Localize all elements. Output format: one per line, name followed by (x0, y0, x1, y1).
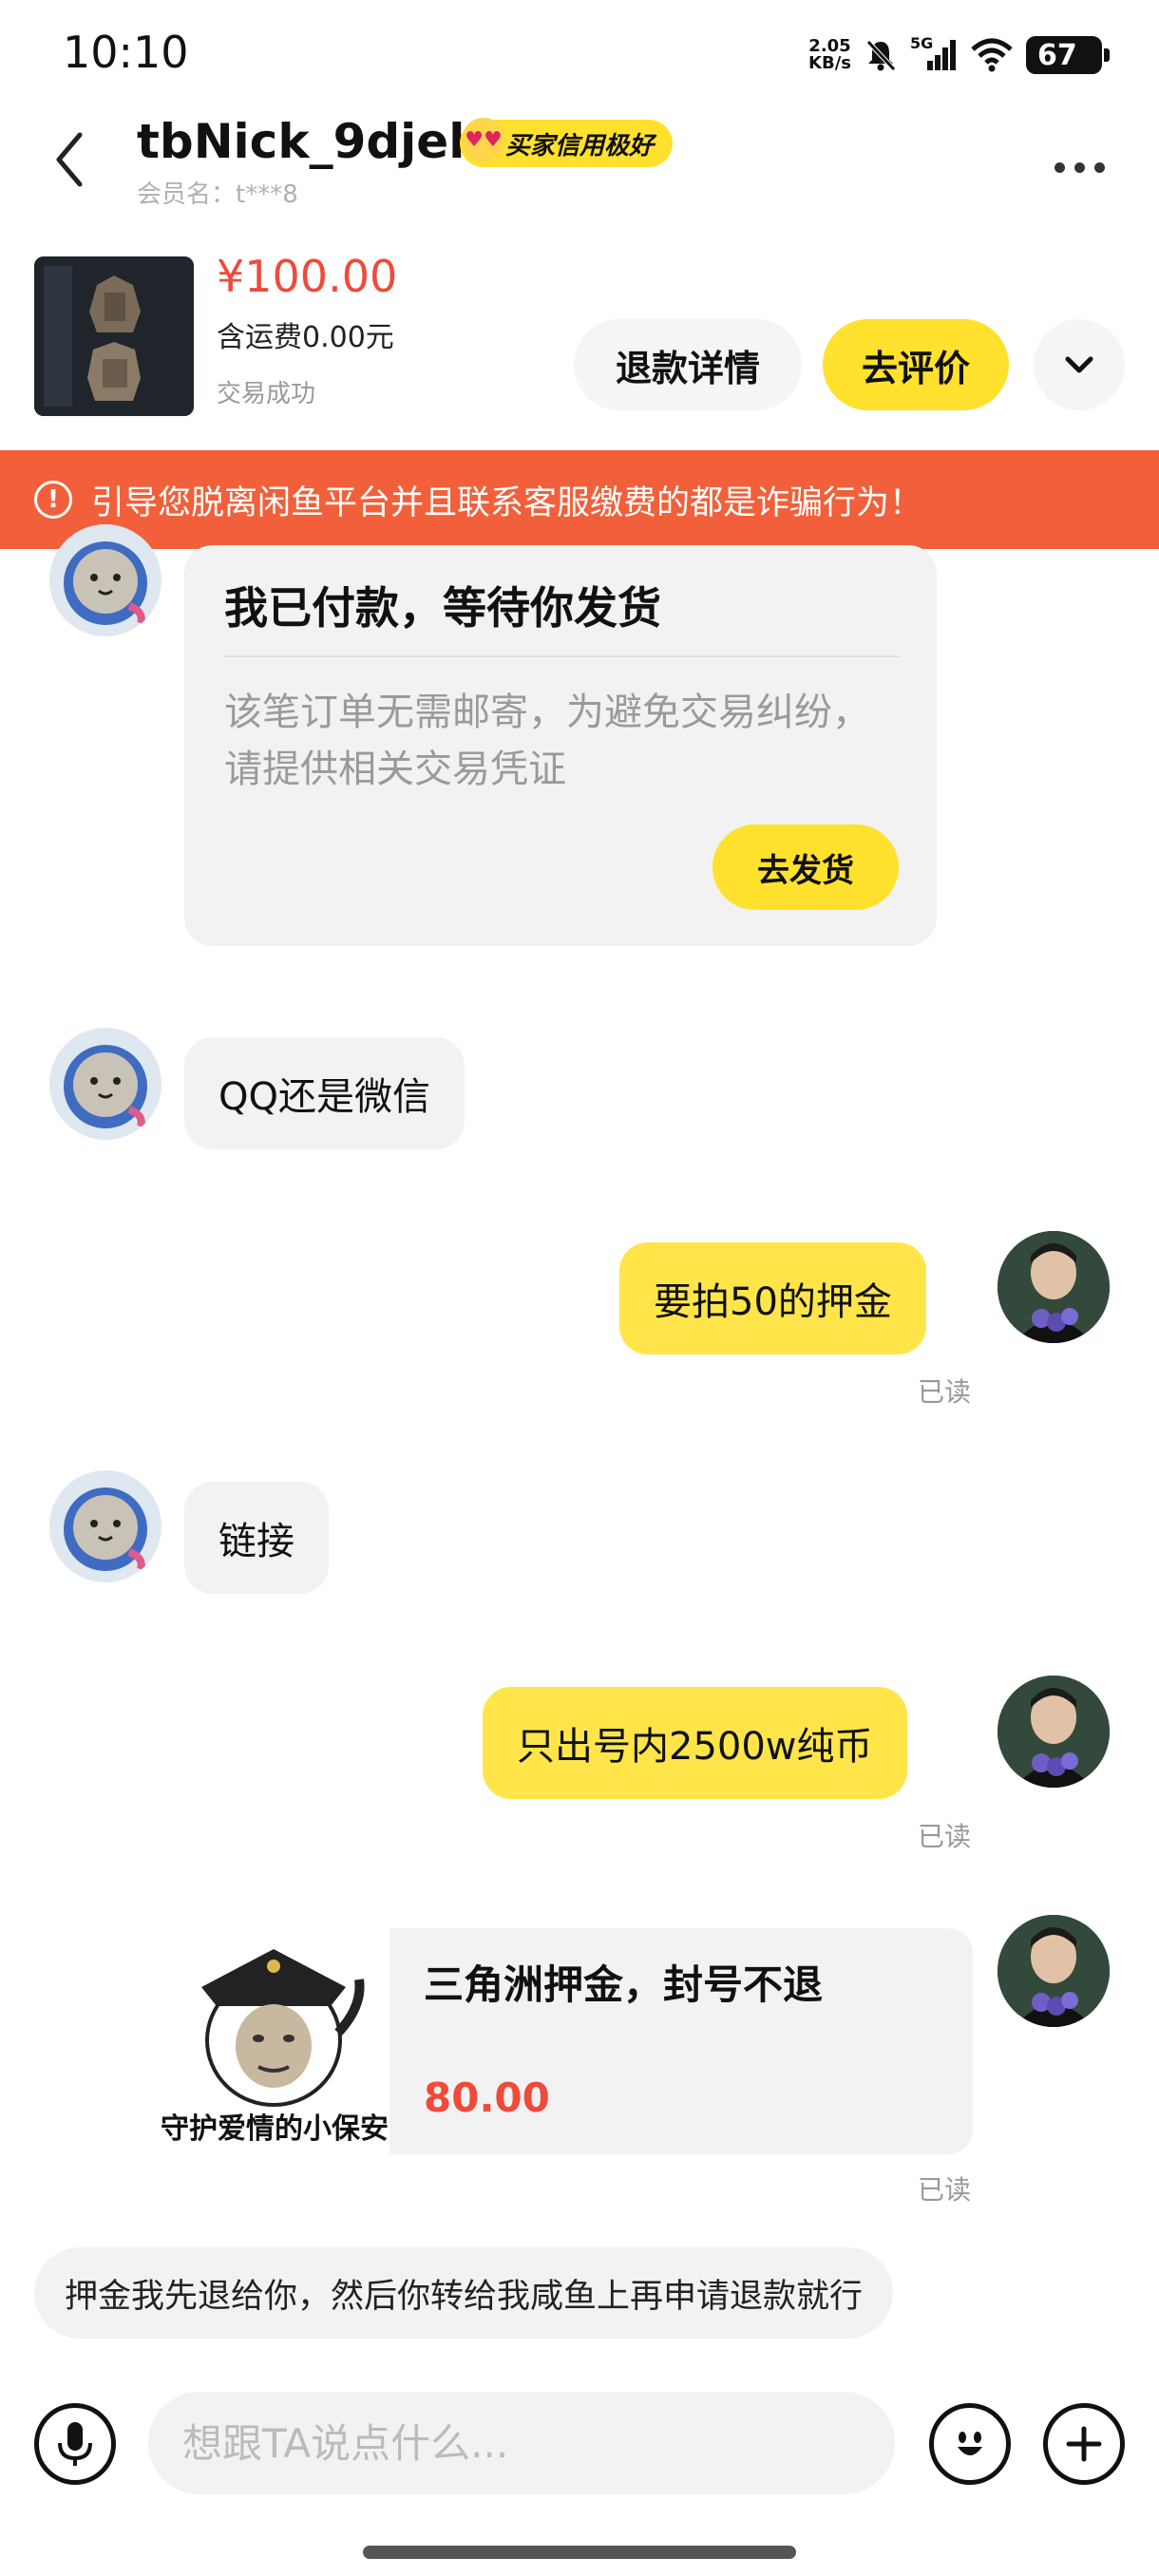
network-speed: 2.05 KB/s (808, 36, 851, 73)
status-icons: 2.05 KB/s 5G 67 (808, 28, 1110, 82)
battery-indicator: 67 (1026, 36, 1110, 74)
product-link-card[interactable]: 守护爱情的小保安 三角洲押金，封号不退 80.00 (160, 1928, 973, 2154)
emoji-button[interactable] (929, 2403, 1011, 2485)
chat-partner-name[interactable]: tbNick_9djeh (137, 114, 483, 169)
chat-header: tbNick_9djeh ♥♥ 买家信用极好 会员名：t***8 (0, 104, 1159, 218)
product-price: ¥100.00 (217, 251, 398, 302)
status-bar: 10:10 2.05 KB/s 5G 67 (0, 0, 1159, 104)
wifi-icon (971, 38, 1013, 72)
review-button[interactable]: 去评价 (823, 319, 1009, 410)
plus-icon (1066, 2426, 1102, 2462)
partner-avatar[interactable] (49, 1028, 162, 1140)
exclamation-icon: ! (34, 481, 72, 519)
read-receipt: 已读 (918, 2174, 972, 2206)
partner-avatar[interactable] (49, 524, 162, 636)
refund-details-button[interactable]: 退款详情 (574, 319, 802, 410)
chevron-down-icon (1065, 356, 1093, 373)
shipping-fee: 含运费0.00元 (217, 321, 394, 354)
message-bubble-incoming[interactable]: QQ还是微信 (184, 1037, 465, 1149)
microphone-icon (58, 2422, 92, 2466)
payment-notice-card: 我已付款，等待你发货 该笔订单无需邮寄，为避免交易纠纷，请提供相关交易凭证 去发… (184, 545, 937, 946)
payment-card-title: 我已付款，等待你发货 (224, 582, 661, 634)
my-avatar[interactable] (998, 1915, 1110, 2027)
member-name: 会员名：t***8 (137, 180, 298, 209)
ship-goods-button[interactable]: 去发货 (712, 824, 899, 910)
fraud-warning-text: 引导您脱离闲鱼平台并且联系客服缴费的都是诈骗行为！ (91, 483, 923, 522)
message-bubble-outgoing[interactable]: 只出号内2500w纯币 (483, 1687, 907, 1799)
product-thumbnail[interactable] (34, 256, 194, 416)
expand-button[interactable] (1034, 319, 1125, 410)
message-bubble-outgoing[interactable]: 要拍50的押金 (619, 1242, 926, 1354)
credit-badge: ♥♥ 买家信用极好 (460, 118, 674, 167)
back-button[interactable] (42, 122, 99, 198)
read-receipt: 已读 (918, 1376, 972, 1408)
my-avatar[interactable] (998, 1676, 1110, 1788)
more-dots-icon (1054, 161, 1065, 173)
message-bubble-incoming[interactable]: 链接 (184, 1482, 329, 1594)
chevron-left-icon (56, 132, 83, 187)
more-options-button[interactable] (1041, 139, 1117, 196)
more-actions-button[interactable] (1043, 2403, 1125, 2485)
status-time: 10:10 (63, 27, 189, 78)
link-card-title: 三角洲押金，封号不退 (424, 1961, 824, 2008)
signal-icon: 5G (910, 34, 958, 72)
link-card-price: 80.00 (424, 2074, 550, 2121)
payment-card-description: 该笔订单无需邮寄，为避免交易纠纷，请提供相关交易凭证 (224, 691, 870, 791)
mute-icon (866, 40, 896, 71)
partner-avatar[interactable] (49, 1470, 162, 1582)
message-input-bar (0, 2375, 1159, 2527)
voice-input-button[interactable] (34, 2403, 116, 2485)
order-product-card[interactable]: ¥100.00 含运费0.00元 交易成功 退款详情 去评价 (0, 237, 1159, 427)
fraud-warning-banner: ! 引导您脱离闲鱼平台并且联系客服缴费的都是诈骗行为！ (0, 450, 1159, 549)
divider (224, 655, 901, 657)
read-receipt: 已读 (918, 1821, 972, 1852)
message-input[interactable] (148, 2392, 895, 2494)
link-card-image-caption: 守护爱情的小保安 (161, 2112, 389, 2146)
link-card-image: 守护爱情的小保安 (160, 1928, 390, 2154)
quick-reply-suggestion[interactable]: 押金我先退给你，然后你转给我咸鱼上再申请退款就行 (34, 2247, 894, 2339)
smiley-icon (958, 2432, 982, 2455)
my-avatar[interactable] (998, 1231, 1110, 1343)
heart-eyes-emoji-icon: ♥♥ (462, 118, 505, 161)
home-indicator[interactable] (363, 2546, 796, 2559)
deal-status: 交易成功 (217, 380, 316, 408)
